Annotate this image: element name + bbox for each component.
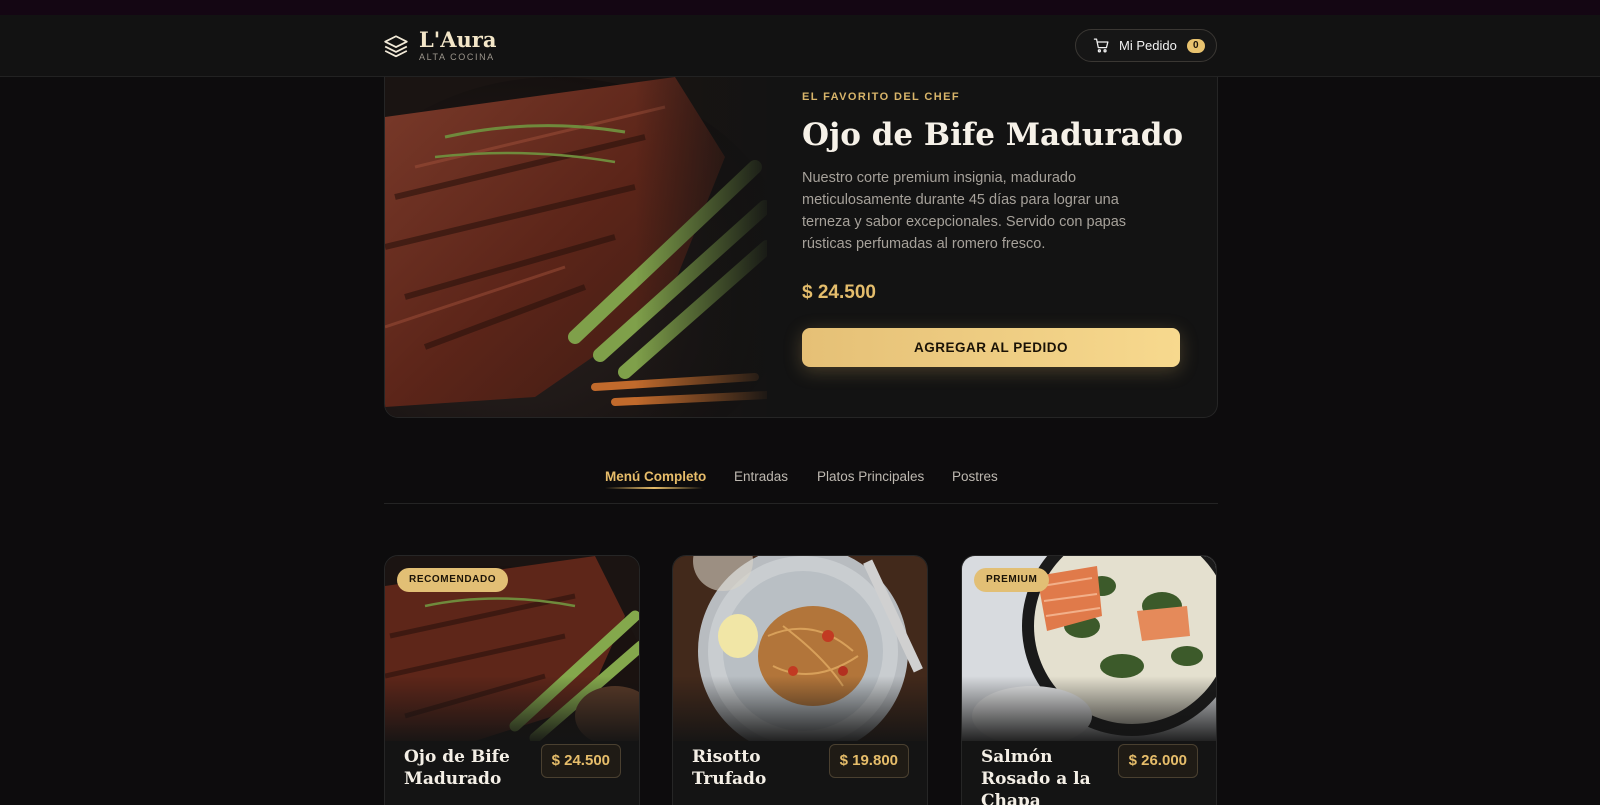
menu-tabs: Menú Completo Entradas Platos Principale… [384,458,1218,504]
cart-icon [1093,38,1109,53]
tab-entradas[interactable]: Entradas [734,469,788,484]
card-price: $ 19.800 [828,744,909,778]
card-price: $ 26.000 [1117,744,1198,778]
cart-label: Mi Pedido [1119,38,1177,53]
hero-description: Nuestro corte premium insignia, madurado… [802,170,1127,252]
tab-platos-principales[interactable]: Platos Principales [817,469,924,484]
menu-card[interactable]: Risotto Trufado $ 19.800 [672,555,928,805]
premium-badge: PREMIUM [974,568,1050,592]
recommended-badge: RECOMENDADO [397,568,509,592]
card-title: Risotto Trufado [692,747,767,789]
top-strip [0,0,1600,15]
tab-menu-completo[interactable]: Menú Completo [605,469,706,484]
site-header: L'Aura ALTA COCINA Mi Pedido 0 [0,15,1600,77]
hero-price: $ 24.500 [802,282,876,303]
image-shade [385,676,639,746]
featured-dish: EL FAVORITO DEL CHEF Ojo de Bife Madurad… [384,77,1218,418]
card-price: $ 24.500 [540,744,621,778]
active-tab-indicator [605,487,703,489]
add-to-order-button[interactable]: AGREGAR AL PEDIDO [802,328,1180,367]
brand-name: L'Aura [419,27,497,52]
image-fade [635,77,775,417]
card-title: Salmón Rosado a la Chapa [981,747,1091,805]
tab-postres[interactable]: Postres [952,469,998,484]
hero-title: Ojo de Bife Madurado [802,117,1184,153]
brand[interactable]: L'Aura ALTA COCINA [383,29,496,62]
brand-tagline: ALTA COCINA [419,52,495,62]
cart-count-badge: 0 [1186,38,1205,53]
hero-eyebrow: EL FAVORITO DEL CHEF [802,91,960,103]
card-title: Ojo de Bife Madurado [404,747,510,789]
menu-card[interactable]: RECOMENDADO Ojo de Bife Madurado $ 24.50… [384,555,640,805]
image-shade [673,676,927,746]
cart-button[interactable]: Mi Pedido 0 [1075,29,1217,62]
layers-icon [384,34,408,57]
menu-card[interactable]: PREMIUM Salmón Rosado a la Chapa $ 26.00… [961,555,1217,805]
image-shade [962,676,1216,746]
